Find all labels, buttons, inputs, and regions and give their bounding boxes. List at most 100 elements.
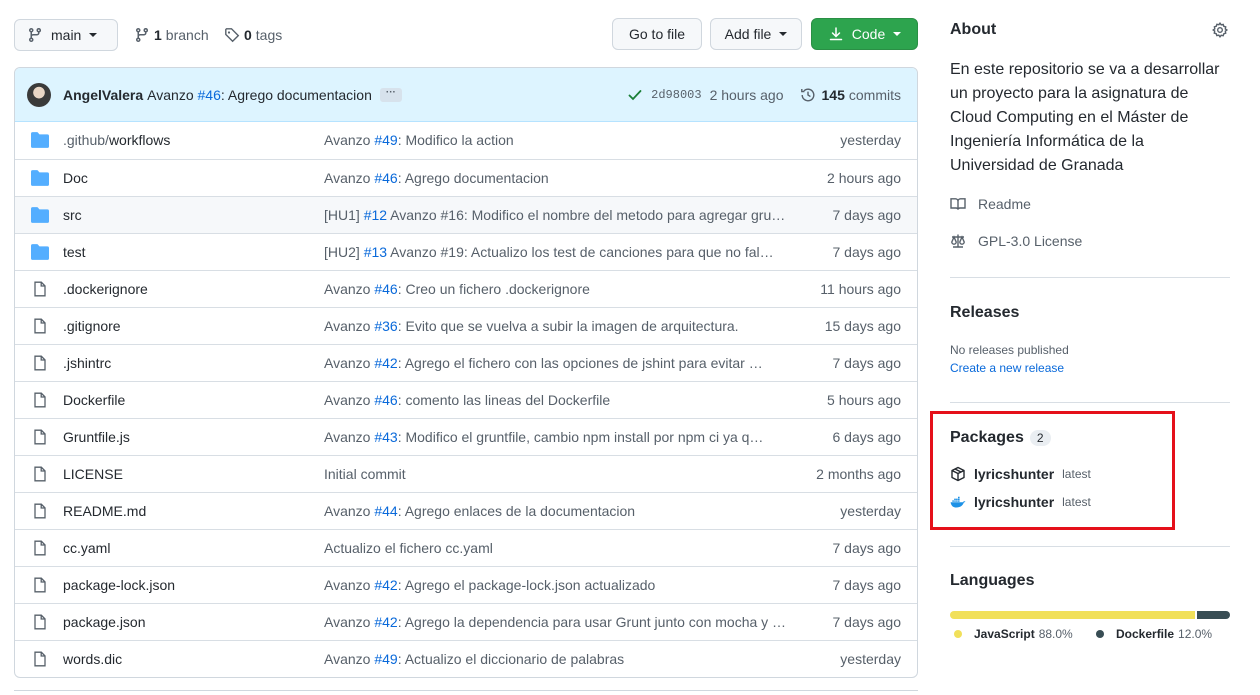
table-row[interactable]: src [HU1] #12 Avanzo #16: Modifico el nom…	[15, 196, 917, 233]
table-row[interactable]: words.dic Avanzo #49: Actualizo el diccio…	[15, 640, 917, 677]
file-name: Gruntfile.js	[63, 429, 130, 445]
table-row[interactable]: Doc Avanzo #46: Agrego documentacion 2 hou…	[15, 159, 917, 196]
file-name-link[interactable]: Doc	[63, 170, 88, 186]
package-item[interactable]: lyricshunter latest	[950, 494, 1091, 510]
file-name-link[interactable]: LICENSE	[63, 466, 123, 482]
commit-issue-link[interactable]: #42	[374, 614, 397, 630]
commit-issue-link[interactable]: #12	[364, 207, 387, 223]
commit-issue-link[interactable]: #46	[374, 281, 397, 297]
commit-prefix[interactable]: Avanzo	[147, 87, 193, 103]
commit-time: 2 hours ago	[709, 87, 784, 103]
table-row[interactable]: .dockerignore Avanzo #46: Creo un fichero…	[15, 270, 917, 307]
commits-link[interactable]: 145 commits	[800, 87, 901, 103]
commit-expand-button[interactable]: ···	[379, 87, 402, 102]
file-commit-message[interactable]: Avanzo #44: Agrego enlaces de la documen…	[324, 503, 794, 519]
table-row[interactable]: LICENSE Initial commit 2 months ago	[15, 455, 917, 492]
table-row[interactable]: cc.yaml Actualizo el fichero cc.yaml 7 day…	[15, 529, 917, 566]
table-row[interactable]: test [HU2] #13 Avanzo #19: Actualizo los …	[15, 233, 917, 270]
file-name-link[interactable]: test	[63, 244, 86, 260]
file-name-link[interactable]: package-lock.json	[63, 577, 175, 593]
commit-message[interactable]: : Agrego documentacion	[221, 87, 372, 103]
language-bar-segment[interactable]	[950, 611, 1195, 619]
file-icon	[34, 281, 46, 297]
license-link[interactable]: GPL-3.0 License	[950, 233, 1082, 249]
table-row[interactable]: README.md Avanzo #44: Agrego enlaces de l…	[15, 492, 917, 529]
language-bar-segment[interactable]	[1196, 611, 1230, 619]
file-name: package-lock.json	[63, 577, 176, 593]
tags-link[interactable]: 0 tags	[224, 27, 282, 43]
table-row[interactable]: .jshintrc Avanzo #42: Agrego el fichero c…	[15, 344, 917, 381]
package-item[interactable]: lyricshunter latest	[950, 466, 1091, 482]
file-name-link[interactable]: package.json	[63, 614, 146, 630]
branches-link[interactable]: 1 branch	[134, 27, 209, 43]
commit-issue-link[interactable]: #46	[374, 170, 397, 186]
language-dot	[1096, 630, 1104, 638]
file-commit-message[interactable]: Avanzo #42: Agrego el fichero con las op…	[324, 355, 794, 371]
file-name-link[interactable]: .github/workflows	[63, 132, 170, 148]
file-commit-message[interactable]: [HU2] #13 Avanzo #19: Actualizo los test…	[324, 244, 794, 260]
file-name-link[interactable]: .gitignore	[63, 318, 121, 334]
file-name-link[interactable]: Gruntfile.js	[63, 429, 130, 445]
releases-heading[interactable]: Releases	[950, 304, 1019, 322]
create-release-link[interactable]: Create a new release	[950, 361, 1064, 375]
file-name: src	[63, 207, 82, 223]
language-item[interactable]: JavaScript 88.0%	[954, 627, 1073, 641]
commit-prefix: Avanzo	[324, 392, 375, 408]
commit-count: 145	[821, 87, 845, 103]
table-row[interactable]: package-lock.json Avanzo #42: Agrego el p…	[15, 566, 917, 603]
table-row[interactable]: Dockerfile Avanzo #46: comento las lineas…	[15, 381, 917, 418]
file-commit-message[interactable]: Avanzo #36: Evito que se vuelva a subir …	[324, 318, 794, 334]
file-commit-message[interactable]: Avanzo #49: Actualizo el diccionario de …	[324, 651, 794, 667]
file-name-link[interactable]: .dockerignore	[63, 281, 148, 297]
commit-message: : comento las lineas del Dockerfile	[397, 392, 611, 408]
file-commit-message[interactable]: Avanzo #43: Modifico el gruntfile, cambi…	[324, 429, 794, 445]
commit-message: : Evito que se vuelva a subir la imagen …	[397, 318, 739, 334]
file-commit-age: 11 hours ago	[820, 281, 901, 297]
about-description: En este repositorio se va a desarrollar …	[950, 61, 1220, 174]
table-row[interactable]: .github/workflows Avanzo #49: Modifico la…	[15, 122, 917, 159]
file-commit-message[interactable]: Avanzo #42: Agrego la dependencia para u…	[324, 614, 794, 630]
packages-heading[interactable]: Packages	[950, 429, 1024, 447]
language-item[interactable]: Dockerfile 12.0%	[1096, 627, 1212, 641]
file-commit-message[interactable]: Actualizo el fichero cc.yaml	[324, 540, 794, 556]
commit-issue-link[interactable]: #46	[374, 392, 397, 408]
file-name-link[interactable]: .jshintrc	[63, 355, 111, 371]
file-commit-message[interactable]: Avanzo #42: Agrego el package-lock.json …	[324, 577, 794, 593]
file-commit-message[interactable]: Avanzo #46: comento las lineas del Docke…	[324, 392, 794, 408]
readme-link[interactable]: Readme	[950, 196, 1031, 212]
commit-issue-link[interactable]: #44	[374, 503, 397, 519]
commit-issue-link[interactable]: #42	[374, 355, 397, 371]
scale-icon	[951, 234, 965, 248]
commit-issue-link[interactable]: #46	[198, 87, 221, 103]
file-commit-message[interactable]: Avanzo #49: Modifico la action	[324, 132, 794, 148]
commit-issue-link[interactable]: #49	[374, 651, 397, 667]
file-commit-message[interactable]: Avanzo #46: Creo un fichero .dockerignor…	[324, 281, 794, 297]
commit-author[interactable]: AngelValera	[63, 87, 143, 103]
file-name-link[interactable]: words.dic	[63, 651, 122, 667]
file-name-link[interactable]: Dockerfile	[63, 392, 125, 408]
add-file-button[interactable]: Add file	[710, 18, 802, 50]
commit-issue-link[interactable]: #42	[374, 577, 397, 593]
go-to-file-button[interactable]: Go to file	[612, 18, 702, 50]
file-commit-message[interactable]: Initial commit	[324, 466, 794, 482]
commit-issue-link[interactable]: #43	[374, 429, 397, 445]
code-button[interactable]: Code	[811, 18, 918, 50]
table-row[interactable]: package.json Avanzo #42: Agrego la depend…	[15, 603, 917, 640]
avatar[interactable]	[27, 82, 51, 107]
file-commit-message[interactable]: Avanzo #46: Agrego documentacion	[324, 170, 794, 186]
table-row[interactable]: .gitignore Avanzo #36: Evito que se vuelv…	[15, 307, 917, 344]
tag-icon	[225, 28, 240, 43]
file-name-link[interactable]: src	[63, 207, 82, 223]
file-name-link[interactable]: cc.yaml	[63, 540, 110, 556]
file-commit-age: 6 days ago	[832, 429, 902, 445]
table-row[interactable]: Gruntfile.js Avanzo #43: Modifico el grun…	[15, 418, 917, 455]
file-name-link[interactable]: README.md	[63, 503, 146, 519]
commit-sha[interactable]: 2d98003	[651, 88, 701, 102]
commit-issue-link[interactable]: #49	[374, 132, 397, 148]
file-commit-message[interactable]: [HU1] #12 Avanzo #16: Modifico el nombre…	[324, 207, 794, 223]
gear-icon[interactable]	[1212, 22, 1228, 38]
commit-issue-link[interactable]: #13	[364, 244, 387, 260]
branch-select-button[interactable]: main	[14, 19, 118, 51]
check-icon[interactable]	[627, 87, 643, 103]
commit-issue-link[interactable]: #36	[374, 318, 397, 334]
